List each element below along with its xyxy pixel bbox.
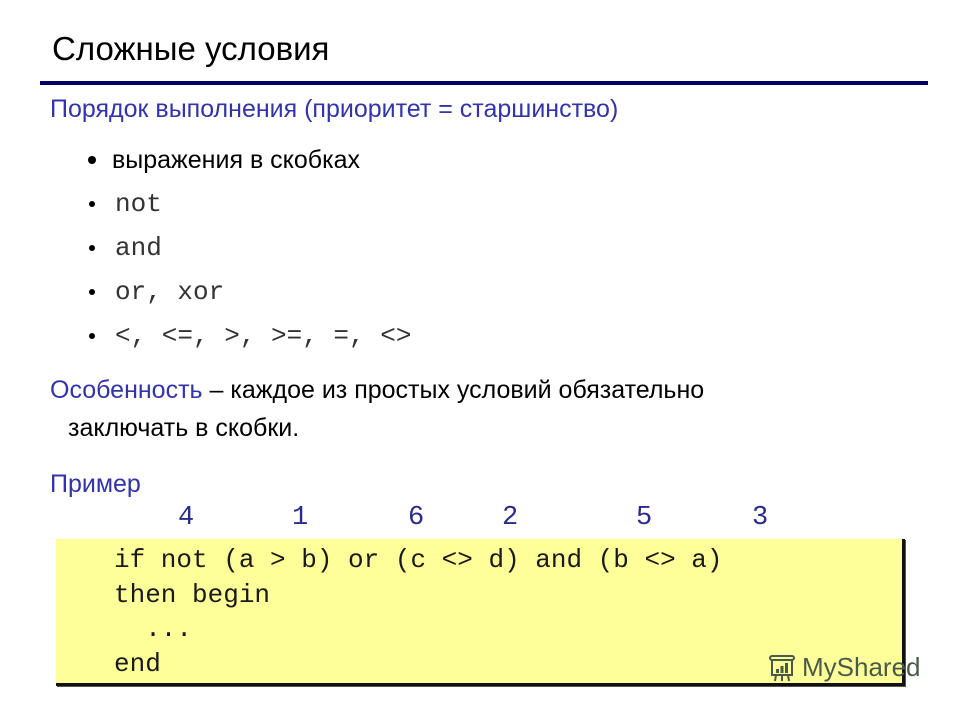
bullet-icon: [89, 245, 95, 251]
list-item-text: or, xor: [115, 277, 225, 307]
order-number: 6: [408, 503, 425, 533]
list-item-text: and: [115, 233, 162, 263]
code-line: then begin: [114, 579, 271, 610]
list-item-text: <, <=, >, >=, =, <>: [115, 321, 412, 351]
code-line: ...: [114, 614, 193, 644]
presentation-board-icon: [769, 654, 795, 681]
feature-text-line1: – каждое из простых условий обязательно: [202, 376, 705, 404]
example-label: Пример: [50, 470, 141, 498]
watermark-text: MyShared: [802, 652, 921, 682]
order-number: 4: [178, 503, 195, 533]
list-item: not: [88, 182, 411, 226]
order-number: 1: [292, 503, 309, 533]
feature-label: Особенность: [50, 376, 203, 404]
title-divider: [40, 81, 928, 85]
list-item-text: not: [115, 189, 162, 219]
evaluation-order: 4 1 6 2 5 3: [0, 503, 960, 537]
order-number: 5: [636, 503, 653, 533]
code-block: if not (a > b) or (c <> d) and (b <> a) …: [114, 543, 723, 681]
bullet-icon: [89, 201, 95, 207]
feature-note: Особенность – каждое из простых условий …: [50, 371, 870, 447]
list-item: выражения в скобках: [88, 138, 411, 182]
list-item: <, <=, >, >=, =, <>: [88, 314, 411, 358]
list-item-text: выражения в скобках: [112, 145, 360, 174]
feature-text-line2: заключать в скобки.: [68, 414, 300, 442]
code-line: if not (a > b) or (c <> d) and (b <> a): [114, 545, 723, 575]
bullet-icon: [89, 333, 95, 339]
order-number: 2: [502, 503, 519, 533]
code-line: end: [114, 648, 161, 679]
order-number: 3: [752, 503, 769, 533]
slide-title: Сложные условия: [52, 30, 330, 67]
list-item: and: [88, 226, 411, 270]
list-item: or, xor: [88, 270, 411, 314]
priority-list: выражения в скобках not and or, xor <, <…: [88, 138, 411, 358]
watermark: MyShared: [766, 652, 921, 683]
priority-heading: Порядок выполнения (приоритет = старшинс…: [50, 95, 619, 123]
bullet-icon: [88, 156, 96, 164]
bullet-icon: [89, 289, 95, 295]
